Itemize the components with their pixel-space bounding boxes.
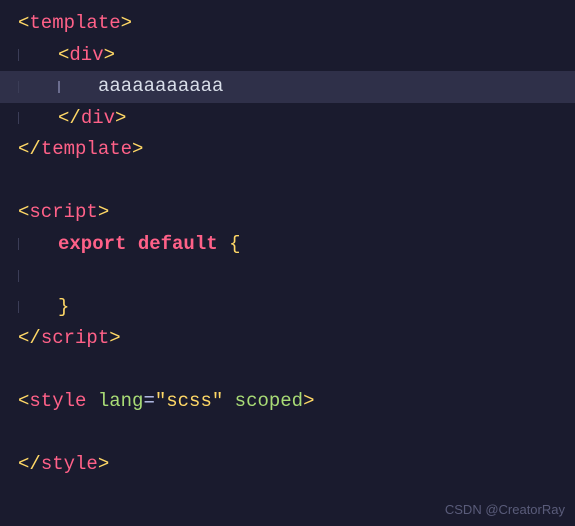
code-line[interactable]: <script> xyxy=(18,197,575,229)
attr-lang: lang xyxy=(98,386,144,417)
tag-div: div xyxy=(81,103,115,134)
bracket: </ xyxy=(58,103,81,134)
code-line-active[interactable]: aaaaaaaaaaa xyxy=(0,71,575,103)
code-line[interactable]: </script> xyxy=(18,323,575,355)
bracket: > xyxy=(132,134,143,165)
bracket: > xyxy=(303,386,314,417)
bracket: < xyxy=(58,40,69,71)
bracket: < xyxy=(18,197,29,228)
code-line[interactable]: <template> xyxy=(18,8,575,40)
attr-scoped: scoped xyxy=(235,386,303,417)
code-line[interactable]: <style lang="scss" scoped> xyxy=(18,386,575,418)
tag-script: script xyxy=(29,197,97,228)
bracket: </ xyxy=(18,134,41,165)
code-line[interactable]: </template> xyxy=(18,134,575,166)
watermark: CSDN @CreatorRay xyxy=(445,499,565,520)
code-line-empty[interactable] xyxy=(18,355,575,387)
code-editor[interactable]: <template> <div> aaaaaaaaaaa </div> </te… xyxy=(0,0,575,481)
tag-div: div xyxy=(69,40,103,71)
bracket: > xyxy=(98,197,109,228)
bracket: > xyxy=(104,40,115,71)
bracket: </ xyxy=(18,449,41,480)
code-line[interactable]: } xyxy=(18,292,575,324)
bracket: < xyxy=(18,386,29,417)
tag-style: style xyxy=(29,386,86,417)
bracket: < xyxy=(18,8,29,39)
code-line-empty[interactable] xyxy=(18,418,575,450)
bracket: </ xyxy=(18,323,41,354)
code-line-empty[interactable] xyxy=(18,260,575,292)
keyword-default: default xyxy=(138,229,218,260)
code-line[interactable]: <div> xyxy=(18,40,575,72)
code-line[interactable]: </style> xyxy=(18,449,575,481)
brace-close: } xyxy=(58,292,69,323)
tag-template: template xyxy=(29,8,120,39)
bracket: > xyxy=(98,449,109,480)
tag-template: template xyxy=(41,134,132,165)
text-content: aaaaaaaaaaa xyxy=(98,71,223,102)
code-line-empty[interactable] xyxy=(18,166,575,198)
bracket: > xyxy=(115,103,126,134)
keyword-export: export xyxy=(58,229,126,260)
bracket: > xyxy=(109,323,120,354)
tag-script: script xyxy=(41,323,109,354)
brace-open: { xyxy=(229,229,240,260)
bracket: > xyxy=(121,8,132,39)
tag-style: style xyxy=(41,449,98,480)
code-line[interactable]: export default { xyxy=(18,229,575,261)
code-line[interactable]: </div> xyxy=(18,103,575,135)
equals: = xyxy=(143,386,154,417)
attr-value-scss: "scss" xyxy=(155,386,223,417)
